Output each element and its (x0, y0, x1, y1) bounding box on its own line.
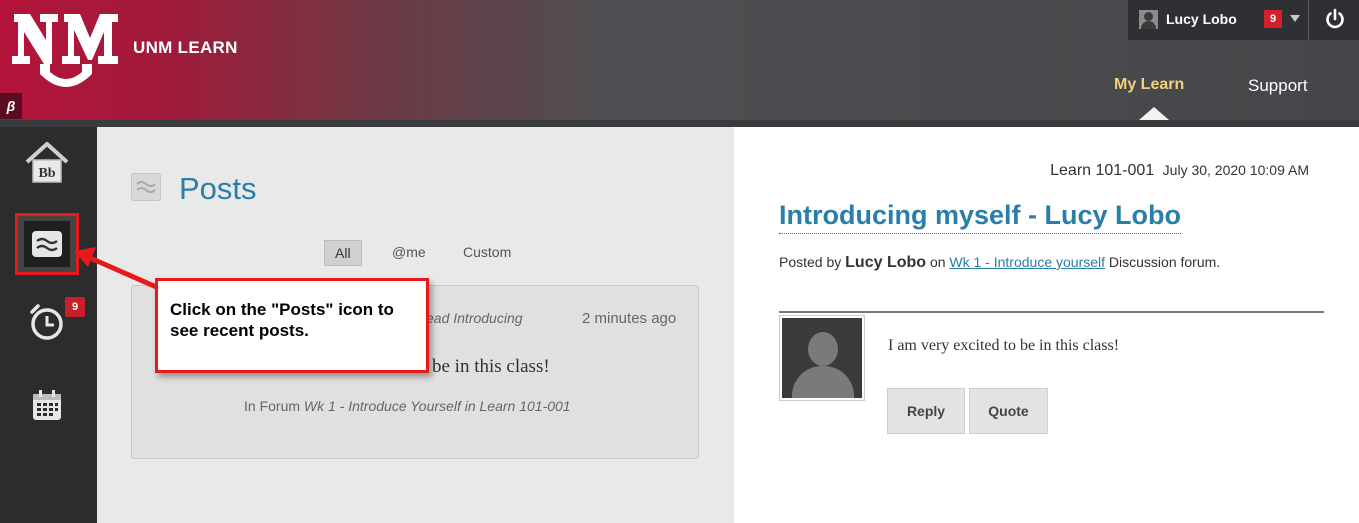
forum-name: Wk 1 - Introduce Yourself in Learn 101-0… (303, 398, 571, 414)
author-avatar (779, 315, 865, 401)
user-avatar-icon (1139, 10, 1158, 29)
notification-badge[interactable]: 9 (1264, 10, 1282, 28)
home-icon: Bb (25, 142, 69, 183)
post-timestamp: 2 minutes ago (582, 310, 677, 327)
post-date: July 30, 2020 10:09 AM (1162, 162, 1309, 178)
instruction-callout: Click on the "Posts" icon to see recent … (155, 278, 429, 373)
post-thread-fragment: ead Introducing (426, 310, 523, 326)
nav-support[interactable]: Support (1248, 76, 1308, 96)
on-label: on (929, 254, 946, 270)
course-id: Learn 101-001 (1050, 162, 1155, 179)
quote-button[interactable]: Quote (969, 388, 1048, 434)
calendar-icon (33, 390, 61, 420)
divider (1308, 0, 1309, 40)
posted-by-line: Posted by Lucy Lobo on Wk 1 - Introduce … (779, 254, 1319, 271)
posted-by-label: Posted by (779, 254, 842, 270)
thread-title-link[interactable]: Introducing myself - Lucy Lobo (779, 200, 1182, 234)
thread-meta: Learn 101-001 July 30, 2020 10:09 AM (1050, 162, 1309, 180)
power-icon[interactable] (1324, 8, 1346, 30)
thread-panel: Learn 101-001 July 30, 2020 10:09 AM Int… (734, 127, 1359, 523)
post-forum: In Forum Wk 1 - Introduce Yourself in Le… (244, 398, 571, 414)
user-bar: Lucy Lobo 9 (1128, 0, 1359, 40)
filter-me-tab[interactable]: @me (382, 240, 436, 264)
forum-prefix: In Forum (244, 398, 301, 414)
post-body-fragment: be in this class! (432, 356, 550, 377)
brand-title: UNM LEARN (133, 38, 238, 57)
reply-button[interactable]: Reply (887, 388, 965, 434)
beta-badge: β (0, 93, 22, 119)
nav-active-pointer (1139, 107, 1169, 120)
chevron-down-icon[interactable] (1290, 15, 1300, 22)
filter-all-tab[interactable]: All (324, 240, 362, 266)
user-name-link[interactable]: Lucy Lobo (1166, 11, 1237, 27)
filter-custom-tab[interactable]: Custom (453, 240, 521, 264)
unm-logo-icon[interactable] (10, 8, 122, 90)
rail-home-button[interactable]: Bb (15, 131, 79, 193)
author-name: Lucy Lobo (845, 254, 927, 271)
svg-text:Bb: Bb (38, 166, 55, 181)
post-message: I am very excited to be in this class! (888, 337, 1120, 354)
alarm-clock-icon (30, 304, 63, 340)
left-rail: Bb 9 (0, 127, 97, 523)
rail-calendar-button[interactable] (15, 375, 79, 437)
top-header: UNM LEARN β Lucy Lobo 9 My Learn Support (0, 0, 1359, 127)
forum-suffix: Discussion forum. (1108, 254, 1221, 270)
forum-link[interactable]: Wk 1 - Introduce yourself (949, 254, 1105, 270)
posts-icon (32, 231, 62, 257)
posts-header-icon (131, 173, 161, 201)
divider (779, 311, 1324, 313)
nav-my-learn[interactable]: My Learn (1114, 76, 1184, 94)
page-title: Posts (179, 171, 257, 206)
